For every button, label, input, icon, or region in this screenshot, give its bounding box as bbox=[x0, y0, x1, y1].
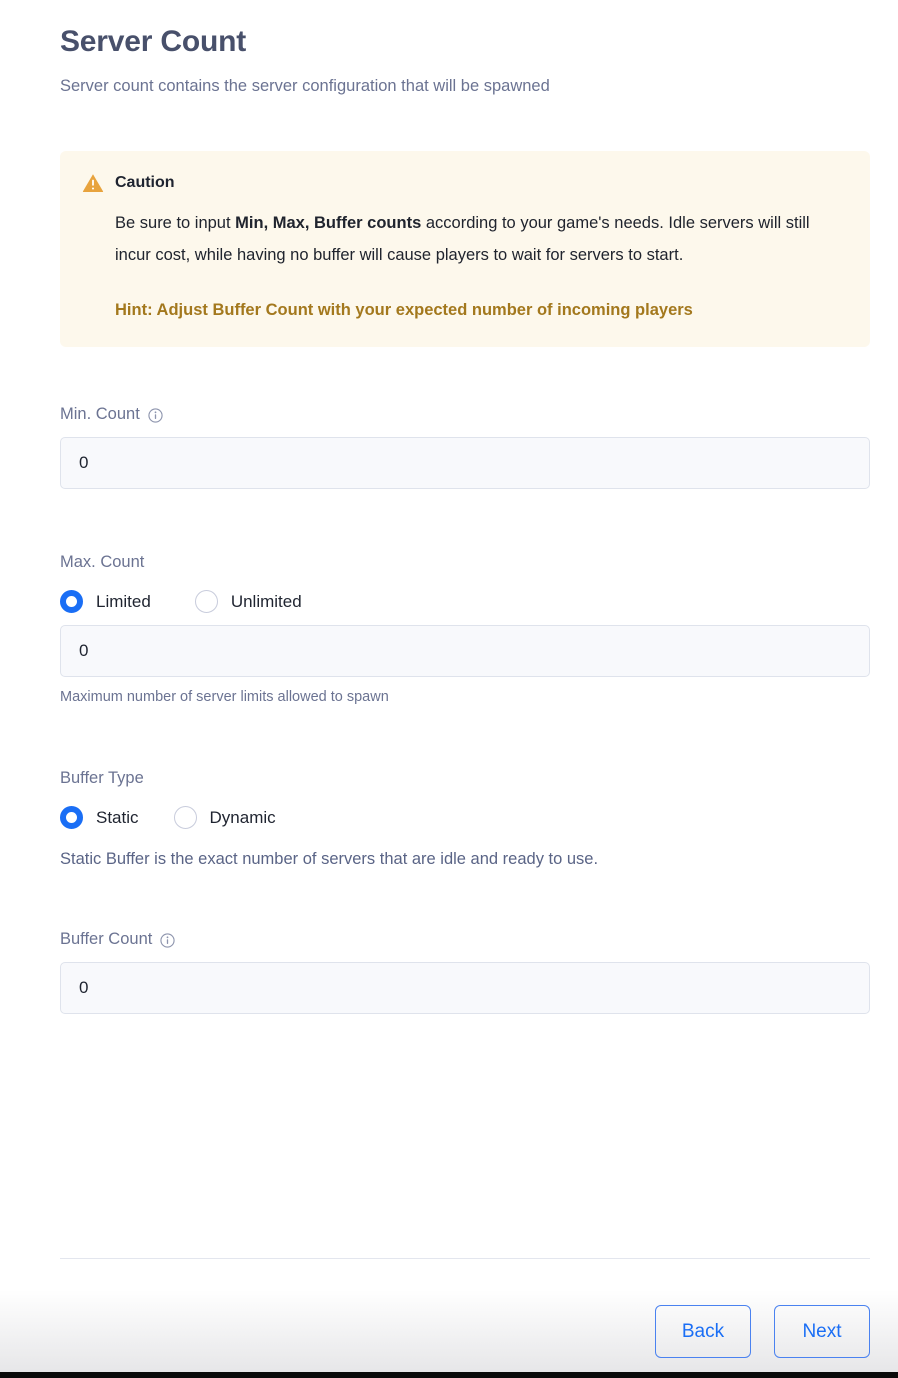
radio-mark-unlimited[interactable] bbox=[194, 590, 218, 613]
buffer-type-label: Buffer Type bbox=[60, 769, 144, 787]
server-count-form: Min. Count Max. Count Limited bbox=[0, 403, 898, 1014]
radio-mark-static[interactable] bbox=[60, 806, 83, 829]
caution-callout-title: Caution bbox=[115, 174, 175, 191]
radio-mark-limited[interactable] bbox=[60, 590, 83, 613]
page-subtitle: Server count contains the server configu… bbox=[60, 77, 550, 95]
radio-label-unlimited: Unlimited bbox=[230, 591, 302, 611]
min-count-label-row: Min. Count bbox=[60, 403, 870, 425]
field-max-count: Max. Count Limited Unlimited Maximum num… bbox=[60, 551, 870, 707]
min-count-input[interactable] bbox=[60, 437, 870, 489]
buffer-type-description: Static Buffer is the exact number of ser… bbox=[60, 850, 599, 868]
buffer-type-radio-group: Static Dynamic bbox=[60, 806, 870, 829]
max-count-label-row: Max. Count bbox=[60, 551, 870, 573]
radio-label-static: Static bbox=[96, 807, 139, 827]
field-min-count: Min. Count bbox=[60, 403, 870, 489]
footer-divider bbox=[60, 1258, 870, 1259]
buffer-type-label-row: Buffer Type bbox=[60, 767, 870, 789]
warning-triangle-icon bbox=[82, 173, 104, 193]
caution-callout-body: Be sure to input Min, Max, Buffer counts… bbox=[115, 207, 844, 271]
max-count-help-text: Maximum number of server limits allowed … bbox=[60, 689, 389, 705]
radio-label-limited: Limited bbox=[96, 591, 151, 611]
bottom-bar bbox=[0, 1372, 898, 1378]
field-buffer-count: Buffer Count bbox=[60, 928, 870, 1014]
next-button[interactable]: Next bbox=[774, 1305, 870, 1358]
max-count-radio-group: Limited Unlimited bbox=[60, 590, 870, 613]
page-header: Server Count Server count contains the s… bbox=[0, 0, 898, 98]
server-count-page: Server Count Server count contains the s… bbox=[0, 0, 898, 1378]
footer-actions: Back Next bbox=[655, 1305, 870, 1358]
min-count-label: Min. Count bbox=[60, 405, 140, 423]
buffer-count-input[interactable] bbox=[60, 962, 870, 1014]
buffer-count-label: Buffer Count bbox=[60, 930, 153, 948]
radio-option-dynamic[interactable]: Dynamic bbox=[173, 806, 276, 829]
radio-option-unlimited[interactable]: Unlimited bbox=[194, 590, 302, 613]
back-button[interactable]: Back bbox=[655, 1305, 751, 1358]
caution-callout-hint: Hint: Adjust Buffer Count with your expe… bbox=[115, 301, 693, 319]
info-circle-icon[interactable] bbox=[160, 932, 175, 948]
max-count-input[interactable] bbox=[60, 625, 870, 677]
page-title: Server Count bbox=[60, 25, 246, 58]
radio-option-limited[interactable]: Limited bbox=[60, 590, 151, 613]
caution-body-part-1: Be sure to input bbox=[115, 214, 236, 232]
info-circle-icon[interactable] bbox=[148, 407, 163, 423]
radio-option-static[interactable]: Static bbox=[60, 806, 139, 829]
max-count-label: Max. Count bbox=[60, 553, 145, 571]
caution-callout-header: Caution bbox=[82, 173, 844, 193]
caution-callout: Caution Be sure to input Min, Max, Buffe… bbox=[60, 151, 870, 347]
buffer-count-label-row: Buffer Count bbox=[60, 928, 870, 950]
radio-label-dynamic: Dynamic bbox=[209, 807, 276, 827]
field-buffer-type: Buffer Type Static Dynamic Static Buffer… bbox=[60, 767, 870, 870]
radio-mark-dynamic[interactable] bbox=[173, 806, 197, 829]
caution-body-emphasis: Min, Max, Buffer counts bbox=[235, 214, 422, 232]
